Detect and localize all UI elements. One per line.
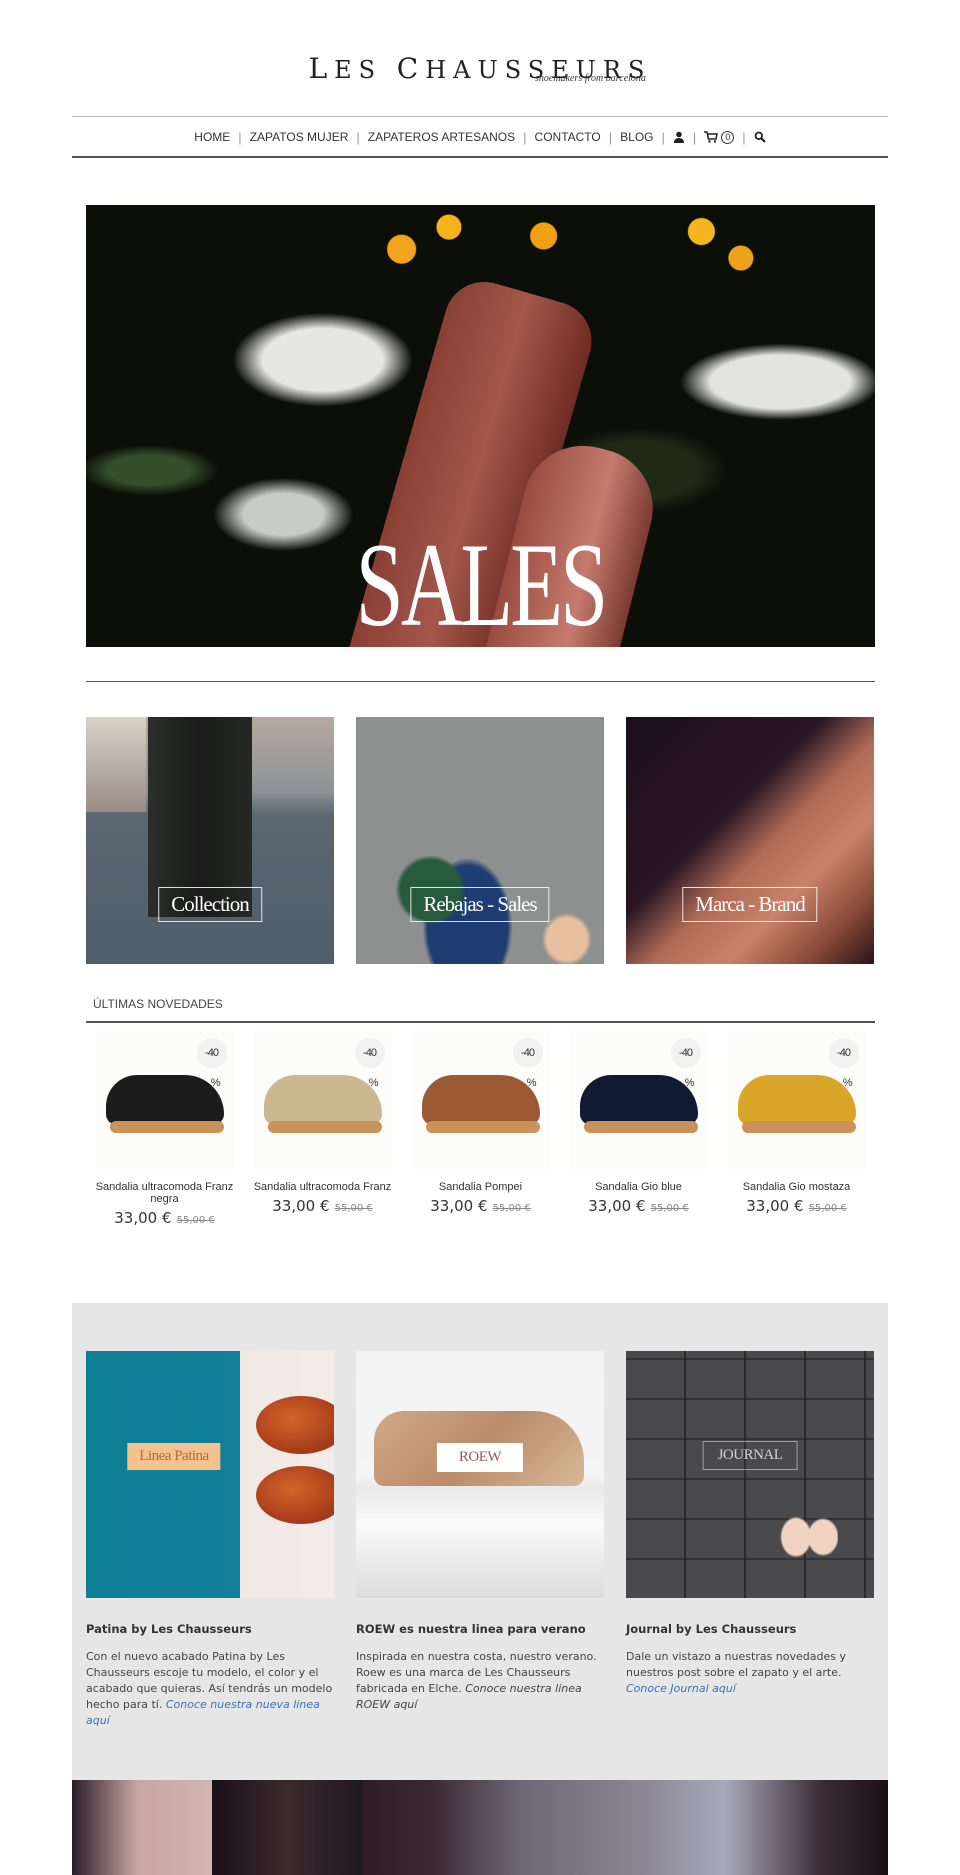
discount-percent: % bbox=[368, 1077, 379, 1089]
cart-count-badge: 0 bbox=[721, 130, 735, 144]
product-card[interactable]: -40 % Sandalia ultracomoda Franz 33,00 €… bbox=[244, 1030, 401, 1227]
category-tile-marca[interactable]: Marca - Brand bbox=[626, 717, 874, 964]
feature-title: ROEW es nuestra linea para verano bbox=[356, 1622, 586, 1636]
product-name[interactable]: Sandalia Gio mostaza bbox=[718, 1181, 875, 1193]
nav-blog[interactable]: BLOG bbox=[612, 130, 661, 144]
category-tile-rebajas[interactable]: Rebajas - Sales bbox=[356, 717, 604, 964]
feature-image-label: ROEW bbox=[436, 1443, 524, 1472]
product-shoe-shape bbox=[263, 1075, 382, 1133]
product-image[interactable]: -40 % bbox=[726, 1030, 867, 1170]
price-old: 55,00 € bbox=[176, 1215, 215, 1226]
nav-home[interactable]: HOME bbox=[186, 130, 238, 144]
product-card[interactable]: -40 % Sandalia ultracomoda Franz negra 3… bbox=[86, 1030, 243, 1227]
site-logo[interactable]: LES CHAUSSEURS shoemakers from barcelona bbox=[0, 52, 960, 85]
price-old: 55,00 € bbox=[650, 1203, 689, 1214]
price-current: 33,00 € bbox=[746, 1197, 804, 1215]
product-name[interactable]: Sandalia ultracomoda Franz bbox=[244, 1181, 401, 1193]
price-old: 55,00 € bbox=[334, 1203, 373, 1214]
category-label: Collection bbox=[158, 887, 262, 922]
discount-badge: -40 bbox=[670, 1038, 701, 1068]
price-current: 33,00 € bbox=[430, 1197, 488, 1215]
hero-sales-banner[interactable]: SALES bbox=[86, 205, 875, 647]
product-card[interactable]: -40 % Sandalia Gio blue 33,00 € 55,00 € bbox=[560, 1030, 717, 1227]
price-old: 55,00 € bbox=[492, 1203, 531, 1214]
discount-badge: -40 bbox=[354, 1038, 385, 1068]
product-shoe-shape bbox=[105, 1075, 224, 1133]
feature-body: Dale un vistazo a nuestras novedades y n… bbox=[626, 1650, 846, 1695]
feature-patina: Linea Patina Patina by Les Chausseurs Co… bbox=[86, 1351, 334, 1729]
feature-image-patina[interactable]: Linea Patina bbox=[86, 1351, 334, 1598]
section-title-novedades: ÚLTIMAS NOVEDADES bbox=[93, 997, 223, 1011]
product-price: 33,00 € 55,00 € bbox=[560, 1196, 717, 1215]
cart-icon bbox=[704, 131, 719, 143]
product-list: -40 % Sandalia ultracomoda Franz negra 3… bbox=[86, 1030, 875, 1227]
discount-percent: % bbox=[210, 1077, 221, 1089]
discount-percent: % bbox=[684, 1077, 695, 1089]
product-image[interactable]: -40 % bbox=[94, 1030, 235, 1170]
product-shoe-shape bbox=[737, 1075, 856, 1133]
product-shoe-shape bbox=[579, 1075, 698, 1133]
product-image[interactable]: -40 % bbox=[568, 1030, 709, 1170]
user-icon bbox=[673, 131, 684, 143]
nav-contacto[interactable]: CONTACTO bbox=[527, 130, 609, 144]
search-button[interactable] bbox=[746, 131, 774, 143]
logo-tagline: shoemakers from barcelona bbox=[535, 73, 646, 84]
feature-image-label: JOURNAL bbox=[702, 1441, 798, 1470]
category-label: Marca - Brand bbox=[682, 887, 818, 922]
account-button[interactable] bbox=[665, 131, 693, 143]
cart-button[interactable]: 0 bbox=[696, 130, 742, 144]
feature-image-journal[interactable]: JOURNAL bbox=[626, 1351, 874, 1598]
product-name[interactable]: Sandalia Gio blue bbox=[560, 1181, 717, 1193]
price-current: 33,00 € bbox=[588, 1197, 646, 1215]
discount-percent: % bbox=[842, 1077, 853, 1089]
product-card[interactable]: -40 % Sandalia Pompei 33,00 € 55,00 € bbox=[402, 1030, 559, 1227]
category-tile-collection[interactable]: Collection bbox=[86, 717, 334, 964]
divider bbox=[86, 681, 875, 682]
discount-badge: -40 bbox=[512, 1038, 543, 1068]
hero-title: SALES bbox=[355, 518, 609, 647]
feature-title: Patina by Les Chausseurs bbox=[86, 1622, 252, 1636]
feature-title: Journal by Les Chausseurs bbox=[626, 1622, 797, 1636]
product-name[interactable]: Sandalia Pompei bbox=[402, 1181, 559, 1193]
nav-zapateros-artesanos[interactable]: ZAPATEROS ARTESANOS bbox=[360, 130, 523, 144]
feature-link[interactable]: Conoce Journal aquí bbox=[626, 1682, 736, 1695]
product-price: 33,00 € 55,00 € bbox=[718, 1196, 875, 1215]
product-shoe-shape bbox=[421, 1075, 540, 1133]
feature-body: Con el nuevo acabado Patina by Les Chaus… bbox=[86, 1650, 333, 1727]
product-image[interactable]: -40 % bbox=[410, 1030, 551, 1170]
feature-journal: JOURNAL Journal by Les Chausseurs Dale u… bbox=[626, 1351, 874, 1697]
price-current: 33,00 € bbox=[114, 1209, 172, 1227]
feature-image-roew[interactable]: ROEW bbox=[356, 1351, 604, 1598]
product-price: 33,00 € 55,00 € bbox=[244, 1196, 401, 1215]
search-icon bbox=[754, 131, 766, 143]
feature-roew: ROEW ROEW es nuestra linea para verano I… bbox=[356, 1351, 604, 1713]
discount-badge: -40 bbox=[828, 1038, 859, 1068]
product-image[interactable]: -40 % bbox=[252, 1030, 393, 1170]
feature-body: Inspirada en nuestra costa, nuestro vera… bbox=[356, 1650, 597, 1711]
product-price: 33,00 € 55,00 € bbox=[86, 1208, 243, 1227]
product-price: 33,00 € 55,00 € bbox=[402, 1196, 559, 1215]
main-navigation: HOME | ZAPATOS MUJER | ZAPATEROS ARTESAN… bbox=[72, 116, 888, 158]
category-label: Rebajas - Sales bbox=[410, 887, 550, 922]
discount-badge: -40 bbox=[196, 1038, 227, 1068]
nav-zapatos-mujer[interactable]: ZAPATOS MUJER bbox=[242, 130, 357, 144]
product-card[interactable]: -40 % Sandalia Gio mostaza 33,00 € 55,00… bbox=[718, 1030, 875, 1227]
feature-image-label: Linea Patina bbox=[127, 1443, 221, 1470]
divider bbox=[86, 1021, 875, 1023]
discount-percent: % bbox=[526, 1077, 537, 1089]
price-old: 55,00 € bbox=[808, 1203, 847, 1214]
price-current: 33,00 € bbox=[272, 1197, 330, 1215]
artisan-banner-image bbox=[72, 1780, 888, 1875]
product-name[interactable]: Sandalia ultracomoda Franz negra bbox=[86, 1181, 243, 1205]
